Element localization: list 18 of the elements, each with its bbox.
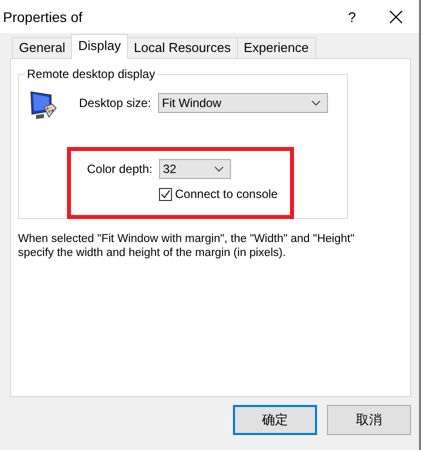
checkbox-label: Connect to console [175,187,278,201]
chevron-icon [214,166,224,172]
description-text: When selected "Fit Window with margin", the "Width" and "Height" specify the width and height of the margin (in pixels). [18,232,356,260]
help-button[interactable]: ? [329,8,375,24]
dialog-button[interactable]: 确定 [233,405,317,435]
color-depth-dropdown[interactable]: 32 [159,159,231,179]
chevron-icon [311,100,321,106]
group-title: Remote desktop display [25,67,158,81]
desktop-size-dropdown[interactable]: Fit Window [158,92,328,112]
field-label: Desktop size: [79,96,152,110]
window-title: Properties of [3,8,84,24]
dialog-button[interactable]: 取消 [327,405,411,435]
tab[interactable]: General [12,37,72,58]
tab[interactable]: Display [71,34,128,59]
tab[interactable]: Experience [236,37,316,58]
close-icon[interactable] [389,10,403,24]
checkbox[interactable] [159,188,172,200]
field-label: Color depth: [87,162,154,176]
